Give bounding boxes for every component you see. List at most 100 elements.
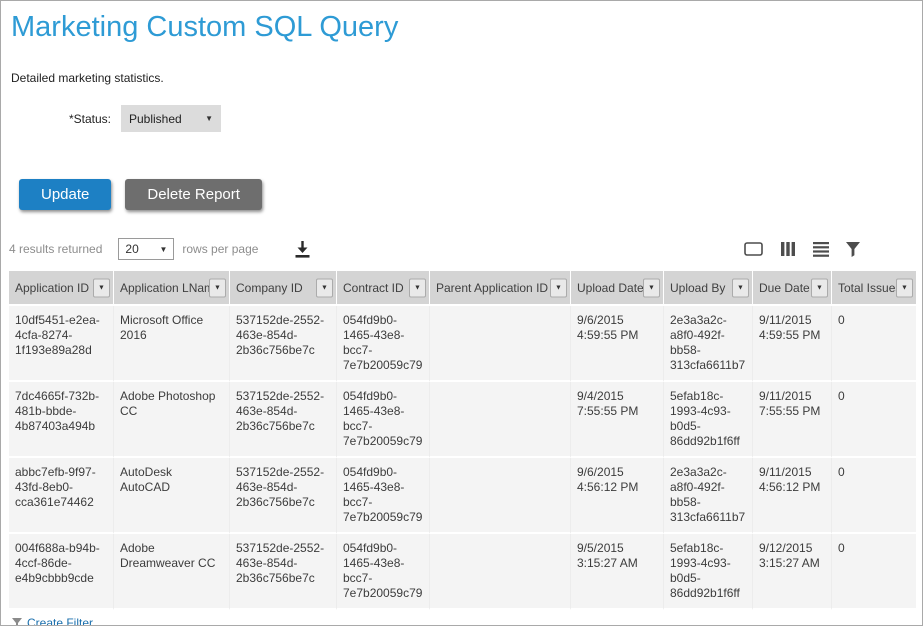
table-cell: 9/5/2015 3:15:27 AM: [571, 534, 664, 610]
grid-toolbar: 4 results returned 20 ▼ rows per page: [9, 237, 914, 261]
table-cell: 10df5451-e2ea-4cfa-8274-1f193e89a28d: [9, 306, 114, 382]
table-cell: 537152de-2552-463e-854d-2b36c756be7c: [230, 306, 337, 382]
column-filter-button[interactable]: ▼: [550, 278, 567, 297]
report-page: Marketing Custom SQL Query Detailed mark…: [0, 0, 923, 626]
filter-icon: [11, 617, 23, 626]
page-size-value: 20: [125, 242, 138, 256]
column-header-label: Upload By: [670, 281, 725, 295]
column-header-label: Contract ID: [343, 281, 404, 295]
status-select-value: Published: [129, 112, 182, 126]
table-cell: 054fd9b0-1465-43e8-bcc7-7e7b20059c79: [337, 458, 430, 534]
filter-icon[interactable]: [844, 240, 862, 258]
table-cell: 2e3a3a2c-a8f0-492f-bb58-313cfa6611b7: [664, 458, 753, 534]
chevron-down-icon: ▼: [901, 284, 908, 291]
delete-report-button[interactable]: Delete Report: [125, 179, 262, 210]
column-header-company-id[interactable]: Company ID ▼: [230, 271, 337, 306]
column-header-due-date[interactable]: Due Date ▼: [753, 271, 832, 306]
column-filter-button[interactable]: ▼: [643, 278, 660, 297]
table-cell: 537152de-2552-463e-854d-2b36c756be7c: [230, 534, 337, 610]
table-cell: 9/11/2015 7:55:55 PM: [753, 382, 832, 458]
column-header-parent-application-id[interactable]: Parent Application ID ▼: [430, 271, 571, 306]
table-cell: [430, 306, 571, 382]
create-filter-link[interactable]: Create Filter: [11, 616, 93, 626]
chevron-down-icon: ▼: [159, 245, 167, 254]
column-header-label: Total Issues: [838, 281, 901, 295]
rows-per-page-label: rows per page: [182, 242, 258, 256]
column-filter-button[interactable]: ▼: [316, 278, 333, 297]
column-filter-button[interactable]: ▼: [93, 278, 110, 297]
menu-icon[interactable]: [811, 240, 831, 258]
chevron-down-icon: ▼: [414, 284, 421, 291]
table-cell: 537152de-2552-463e-854d-2b36c756be7c: [230, 458, 337, 534]
page-subtitle: Detailed marketing statistics.: [11, 71, 914, 85]
table-cell: [430, 382, 571, 458]
table-cell: 5efab18c-1993-4c93-b0d5-86dd92b1f6ff: [664, 534, 753, 610]
table-cell: 9/4/2015 7:55:55 PM: [571, 382, 664, 458]
column-header-contract-id[interactable]: Contract ID ▼: [337, 271, 430, 306]
chevron-down-icon: ▼: [816, 284, 823, 291]
column-filter-button[interactable]: ▼: [811, 278, 828, 297]
table-cell: 537152de-2552-463e-854d-2b36c756be7c: [230, 382, 337, 458]
column-filter-button[interactable]: ▼: [209, 278, 226, 297]
table-cell: 0: [832, 306, 916, 382]
page-title: Marketing Custom SQL Query: [11, 9, 914, 45]
status-select[interactable]: Published ▼: [121, 105, 221, 132]
table-cell: [430, 534, 571, 610]
table-cell: 9/12/2015 3:15:27 AM: [753, 534, 832, 610]
results-table: Application ID ▼ Application LName ▼ Com…: [9, 271, 916, 610]
table-cell: 0: [832, 458, 916, 534]
column-filter-button[interactable]: ▼: [409, 278, 426, 297]
status-label: *Status:: [9, 112, 121, 126]
chevron-down-icon: ▼: [555, 284, 562, 291]
table-cell: 054fd9b0-1465-43e8-bcc7-7e7b20059c79: [337, 382, 430, 458]
update-button[interactable]: Update: [19, 179, 111, 210]
results-count-text: 4 results returned: [9, 242, 102, 256]
table-cell: 9/11/2015 4:56:12 PM: [753, 458, 832, 534]
create-filter-label: Create Filter: [27, 616, 93, 626]
column-header-application-lname[interactable]: Application LName ▼: [114, 271, 230, 306]
chevron-down-icon: ▼: [98, 284, 105, 291]
table-row: 004f688a-b94b-4ccf-86de-e4b9cbbb9cde Ado…: [9, 534, 916, 610]
table-cell: 7dc4665f-732b-481b-bbde-4b87403a494b: [9, 382, 114, 458]
table-cell: 9/6/2015 4:56:12 PM: [571, 458, 664, 534]
table-cell: abbc7efb-9f97-43fd-8eb0-cca361e74462: [9, 458, 114, 534]
table-cell: AutoDesk AutoCAD: [114, 458, 230, 534]
column-header-label: Due Date: [759, 281, 810, 295]
chevron-down-icon: ▼: [648, 284, 655, 291]
table-cell: [430, 458, 571, 534]
table-cell: Adobe Dreamweaver CC: [114, 534, 230, 610]
table-row: abbc7efb-9f97-43fd-8eb0-cca361e74462 Aut…: [9, 458, 916, 534]
table-cell: 2e3a3a2c-a8f0-492f-bb58-313cfa6611b7: [664, 306, 753, 382]
status-field-row: *Status: Published ▼: [9, 105, 914, 132]
grid-icon-group: [743, 240, 862, 258]
column-chooser-icon[interactable]: [778, 240, 798, 258]
table-row: 7dc4665f-732b-481b-bbde-4b87403a494b Ado…: [9, 382, 916, 458]
chevron-down-icon: ▼: [321, 284, 328, 291]
chevron-down-icon: ▼: [737, 284, 744, 291]
table-cell: 5efab18c-1993-4c93-b0d5-86dd92b1f6ff: [664, 382, 753, 458]
column-header-upload-date[interactable]: Upload Date ▼: [571, 271, 664, 306]
table-cell: 9/6/2015 4:59:55 PM: [571, 306, 664, 382]
column-header-total-issues[interactable]: Total Issues ▼: [832, 271, 916, 306]
table-cell: Microsoft Office 2016: [114, 306, 230, 382]
column-header-application-id[interactable]: Application ID ▼: [9, 271, 114, 306]
column-filter-button[interactable]: ▼: [732, 278, 749, 297]
table-cell: 9/11/2015 4:59:55 PM: [753, 306, 832, 382]
page-size-select[interactable]: 20 ▼: [118, 238, 174, 260]
column-header-label: Company ID: [236, 281, 303, 295]
table-cell: Adobe Photoshop CC: [114, 382, 230, 458]
download-icon[interactable]: [292, 240, 313, 259]
table-cell: 054fd9b0-1465-43e8-bcc7-7e7b20059c79: [337, 306, 430, 382]
column-header-label: Upload Date: [577, 281, 644, 295]
column-header-label: Application LName: [120, 281, 221, 295]
export-icon[interactable]: [743, 240, 765, 258]
header-row: Application ID ▼ Application LName ▼ Com…: [9, 271, 916, 306]
chevron-down-icon: ▼: [214, 284, 221, 291]
table-cell: 054fd9b0-1465-43e8-bcc7-7e7b20059c79: [337, 534, 430, 610]
column-filter-button[interactable]: ▼: [896, 278, 913, 297]
table-row: 10df5451-e2ea-4cfa-8274-1f193e89a28d Mic…: [9, 306, 916, 382]
column-header-upload-by[interactable]: Upload By ▼: [664, 271, 753, 306]
column-header-label: Application ID: [15, 281, 89, 295]
action-buttons: Update Delete Report: [19, 179, 914, 210]
table-cell: 0: [832, 534, 916, 610]
